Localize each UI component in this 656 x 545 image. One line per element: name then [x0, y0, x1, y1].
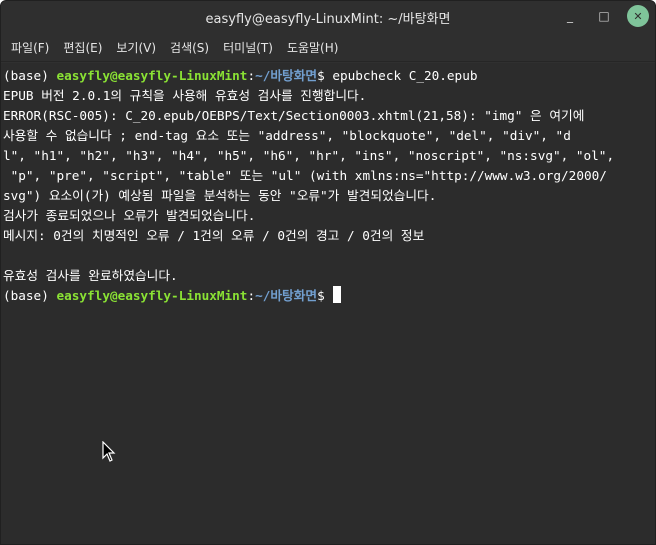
prompt-line: (base) easyfly@easyfly-LinuxMint:~/바탕화면$… — [3, 66, 655, 86]
prompt-line: (base) easyfly@easyfly-LinuxMint:~/바탕화면$ — [3, 286, 655, 306]
mouse-pointer-icon — [102, 441, 116, 462]
output-line: l", "h1", "h2", "h3", "h4", "h5", "h6", … — [3, 148, 615, 163]
terminal-window: easyfly@easyfly-LinuxMint: ~/바탕화면 _ □ ✕ … — [0, 0, 656, 545]
output-line: 메시지: 0건의 치명적인 오류 / 1건의 오류 / 0건의 경고 / 0건의… — [3, 228, 425, 243]
menu-help[interactable]: 도움말(H) — [280, 36, 346, 59]
menu-search[interactable]: 검색(S) — [163, 36, 216, 59]
prompt-symbol: $ — [317, 288, 333, 303]
title-bar[interactable]: easyfly@easyfly-LinuxMint: ~/바탕화면 _ □ ✕ — [1, 1, 655, 33]
maximize-button[interactable]: □ — [593, 5, 615, 27]
output-line: ERROR(RSC-005): C_20.epub/OEBPS/Text/Sec… — [3, 108, 585, 123]
conda-env: (base) — [3, 68, 57, 83]
prompt-path: ~/바탕화면 — [255, 288, 318, 303]
menu-terminal[interactable]: 터미널(T) — [216, 36, 280, 59]
output-line: 검사가 종료되었으나 오류가 발견되었습니다. — [3, 208, 256, 223]
menu-edit[interactable]: 편집(E) — [56, 36, 109, 59]
minimize-button[interactable]: _ — [559, 5, 581, 27]
menu-file[interactable]: 파일(F) — [4, 36, 56, 59]
prompt-user-host: easyfly@easyfly-LinuxMint — [56, 288, 248, 303]
prompt-user-host: easyfly@easyfly-LinuxMint — [56, 68, 248, 83]
output-line: svg") 요소이(가) 예상됨 파일을 분석하는 동안 "오류"가 발견되었습… — [3, 188, 437, 203]
window-title: easyfly@easyfly-LinuxMint: ~/바탕화면 — [205, 11, 451, 27]
command-text: epubcheck C_20.epub — [332, 68, 478, 83]
prompt-separator: : — [247, 68, 256, 83]
output-line: 유효성 검사를 완료하였습니다. — [3, 268, 178, 283]
output-line: EPUB 버전 2.0.1의 규칙을 사용해 유효성 검사를 진행합니다. — [3, 88, 367, 103]
menu-view[interactable]: 보기(V) — [109, 36, 163, 59]
text-cursor — [333, 286, 342, 303]
menu-bar: 파일(F) 편집(E) 보기(V) 검색(S) 터미널(T) 도움말(H) — [1, 33, 655, 62]
output-line: 사용할 수 없습니다 ; end-tag 요소 또는 "address", "b… — [3, 128, 571, 143]
window-controls: _ □ ✕ — [559, 5, 649, 27]
prompt-path: ~/바탕화면 — [255, 68, 318, 83]
terminal-content[interactable]: (base) easyfly@easyfly-LinuxMint:~/바탕화면$… — [1, 63, 655, 544]
conda-env: (base) — [3, 288, 57, 303]
output-line: "p", "pre", "script", "table" 또는 "ul" (w… — [3, 168, 607, 183]
prompt-separator: : — [247, 288, 256, 303]
close-button[interactable]: ✕ — [627, 5, 649, 27]
prompt-symbol: $ — [317, 68, 333, 83]
